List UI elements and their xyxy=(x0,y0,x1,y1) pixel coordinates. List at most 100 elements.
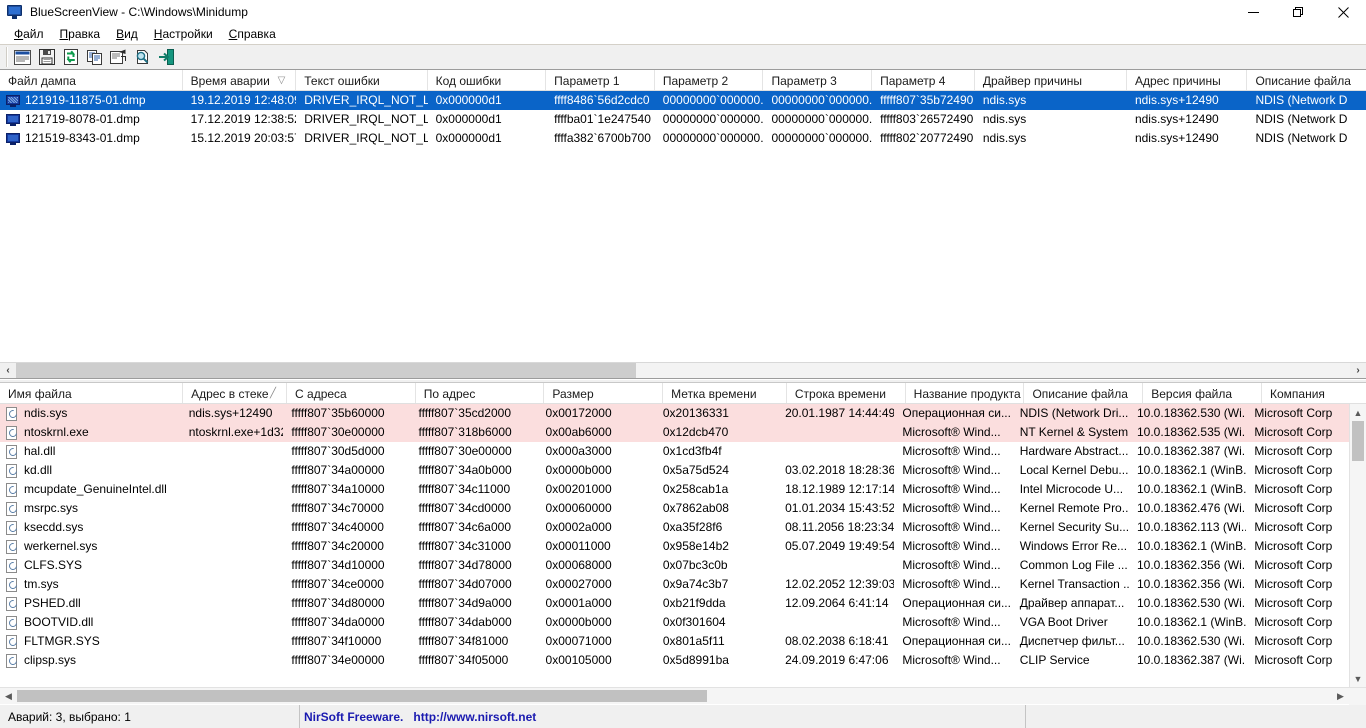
scroll-right-icon[interactable]: ▶ xyxy=(1332,688,1349,704)
crash-listview[interactable]: Файл дампа Время аварии ▽ Текст ошибки Ко… xyxy=(0,70,1366,378)
cell-caused-by-driver: ndis.sys xyxy=(982,131,1027,145)
column-header-bug-check-code[interactable]: Код ошибки xyxy=(427,70,547,90)
column-header-parameter-3[interactable]: Параметр 3 xyxy=(763,70,873,90)
table-row[interactable]: tm.sys fffff807`34ce0000 fffff807`34d07000… xyxy=(0,575,1349,594)
table-row[interactable]: BOOTVID.dll fffff807`34da0000 fffff807`34d… xyxy=(0,613,1349,632)
cell-address-in-stack xyxy=(181,480,284,499)
table-row[interactable]: CLFS.SYS fffff807`34d10000 fffff807`34d780… xyxy=(0,556,1349,575)
menu-settings[interactable]: Настройки xyxy=(146,25,221,44)
driver-listview[interactable]: Имя файла Адрес в стеке ╱ С адреса По адр… xyxy=(0,383,1366,705)
cell-time-string: 12.02.2052 12:39:03 xyxy=(785,577,895,591)
column-header-parameter-4[interactable]: Параметр 4 xyxy=(872,70,975,90)
hscroll-track[interactable] xyxy=(17,688,1332,704)
column-header-parameter-2[interactable]: Параметр 2 xyxy=(654,70,764,90)
column-header-time-string[interactable]: Строка времени xyxy=(786,383,906,403)
column-header-timestamp[interactable]: Метка времени xyxy=(663,383,787,403)
cell-from-address: fffff807`34c20000 xyxy=(291,539,384,553)
crash-list-hscrollbar[interactable]: ‹ › xyxy=(0,362,1366,378)
driver-list-pane: Имя файла Адрес в стеке ╱ С адреса По адр… xyxy=(0,383,1366,705)
driver-file-icon xyxy=(6,520,19,535)
column-header-company[interactable]: Компания xyxy=(1262,383,1366,403)
column-header-bug-check-string[interactable]: Текст ошибки xyxy=(296,70,428,90)
copy-button[interactable] xyxy=(83,46,106,68)
cell-address-in-stack xyxy=(181,556,284,575)
menu-help[interactable]: Справка xyxy=(221,25,284,44)
cell-dump-file: 121919-11875-01.dmp xyxy=(0,91,183,110)
cell-timestamp: 0x07bc3c0b xyxy=(662,558,728,572)
menu-view-rest: ид xyxy=(124,26,138,41)
driver-file-icon xyxy=(6,482,19,497)
bluescreenview-window: BlueScreenView - C:\Windows\Minidump Фай… xyxy=(0,0,1366,728)
column-header-caused-by-driver[interactable]: Драйвер причины xyxy=(974,70,1127,90)
column-header-file-description[interactable]: Описание файла xyxy=(1247,70,1366,90)
column-header-dump-file[interactable]: Файл дампа xyxy=(0,70,183,90)
window-view-button[interactable] xyxy=(11,46,34,68)
table-row[interactable]: PSHED.dll fffff807`34d80000 fffff807`34d9a… xyxy=(0,594,1349,613)
scroll-left-icon[interactable]: ‹ xyxy=(0,363,16,378)
vscroll-thumb[interactable] xyxy=(1352,421,1364,461)
column-label: Метка времени xyxy=(671,386,757,401)
cell-from-address: fffff807`30d5d000 xyxy=(291,444,385,458)
table-row[interactable]: ntoskrnl.exe ntoskrnl.exe+1d32... fffff807… xyxy=(0,423,1349,442)
vscroll-track[interactable] xyxy=(1350,421,1366,670)
column-header-crash-time[interactable]: Время аварии ▽ xyxy=(182,70,297,90)
cell-filename: werkernel.sys xyxy=(0,537,181,556)
table-row[interactable]: msrpc.sys fffff807`34c70000 fffff807`34cd0… xyxy=(0,499,1349,518)
cell-address-in-stack xyxy=(181,461,284,480)
cell-file-version: 10.0.18362.476 (Wi... xyxy=(1137,501,1247,515)
table-row[interactable]: 121719-8078-01.dmp 17.12.2019 12:38:52 D… xyxy=(0,110,1366,129)
cell-size: 0x00068000 xyxy=(545,558,612,572)
column-header-address-in-stack[interactable]: Адрес в стеке ╱ xyxy=(183,383,288,403)
column-header-filename[interactable]: Имя файла xyxy=(0,383,184,403)
table-row[interactable]: werkernel.sys fffff807`34c20000 fffff807`3… xyxy=(0,537,1349,556)
minimize-button[interactable] xyxy=(1231,0,1276,24)
table-row[interactable]: 121919-11875-01.dmp 19.12.2019 12:48:09 … xyxy=(0,91,1366,110)
refresh-button[interactable] xyxy=(59,46,82,68)
sort-indicator-icon: ╱ xyxy=(270,388,277,399)
scroll-down-icon[interactable]: ▼ xyxy=(1350,670,1366,687)
table-row[interactable]: mcupdate_GenuineIntel.dll fffff807`34a100… xyxy=(0,480,1349,499)
driver-list-vscrollbar[interactable]: ▲ ▼ xyxy=(1349,404,1366,687)
column-header-file-version[interactable]: Версия файла xyxy=(1143,383,1263,403)
table-row[interactable]: ndis.sys ndis.sys+12490 fffff807`35b60000 f… xyxy=(0,404,1349,423)
cell-product-name: Microsoft® Wind... xyxy=(902,558,1001,572)
hscroll-track[interactable] xyxy=(16,363,1350,378)
properties-button[interactable] xyxy=(107,46,130,68)
cell-timestamp: 0x5a75d524 xyxy=(662,463,729,477)
table-row[interactable]: 121519-8343-01.dmp 15.12.2019 20:03:57 D… xyxy=(0,129,1366,148)
scroll-up-icon[interactable]: ▲ xyxy=(1350,404,1366,421)
table-row[interactable]: ksecdd.sys fffff807`34c40000 fffff807`34c6… xyxy=(0,518,1349,537)
column-header-from-address[interactable]: С адреса xyxy=(287,383,416,403)
column-header-size[interactable]: Размер xyxy=(544,383,664,403)
table-row[interactable]: FLTMGR.SYS fffff807`34f10000 fffff807`34f8… xyxy=(0,632,1349,651)
scroll-right-icon[interactable]: › xyxy=(1350,363,1366,378)
hscroll-thumb[interactable] xyxy=(17,690,707,702)
close-button[interactable] xyxy=(1321,0,1366,24)
cell-file-version: 10.0.18362.356 (Wi... xyxy=(1137,577,1247,591)
save-button[interactable] xyxy=(35,46,58,68)
menu-file[interactable]: Файл xyxy=(6,25,52,44)
driver-list-hscrollbar[interactable]: ◀ ▶ xyxy=(0,687,1366,705)
cell-caused-by-address: ndis.sys+12490 xyxy=(1134,93,1219,107)
scroll-left-icon[interactable]: ◀ xyxy=(0,688,17,704)
table-row[interactable]: kd.dll fffff807`34a00000 fffff807`34a0b000… xyxy=(0,461,1349,480)
nirsoft-url-link[interactable]: http://www.nirsoft.net xyxy=(413,710,536,724)
cell-time-string xyxy=(777,442,894,461)
column-header-product-name[interactable]: Название продукта xyxy=(905,383,1025,403)
column-header-caused-by-address[interactable]: Адрес причины xyxy=(1126,70,1248,90)
find-button[interactable] xyxy=(131,46,154,68)
cell-file-version: 10.0.18362.387 (Wi... xyxy=(1137,444,1247,458)
cell-size: 0x0000b000 xyxy=(545,615,612,629)
table-row[interactable]: hal.dll fffff807`30d5d000 fffff807`30e0000… xyxy=(0,442,1349,461)
cell-time-string xyxy=(777,613,894,632)
column-header-parameter-1[interactable]: Параметр 1 xyxy=(546,70,655,90)
hscroll-thumb[interactable] xyxy=(16,363,636,378)
column-header-file-description[interactable]: Описание файла xyxy=(1024,383,1144,403)
menu-view[interactable]: Вид xyxy=(108,25,146,44)
menu-edit[interactable]: Правка xyxy=(52,25,109,44)
exit-button[interactable] xyxy=(155,46,178,68)
cell-size: 0x00060000 xyxy=(545,501,612,515)
maximize-restore-button[interactable] xyxy=(1276,0,1321,24)
column-header-to-address[interactable]: По адрес xyxy=(415,383,545,403)
table-row[interactable]: clipsp.sys fffff807`34e00000 fffff807`34f0… xyxy=(0,651,1349,670)
